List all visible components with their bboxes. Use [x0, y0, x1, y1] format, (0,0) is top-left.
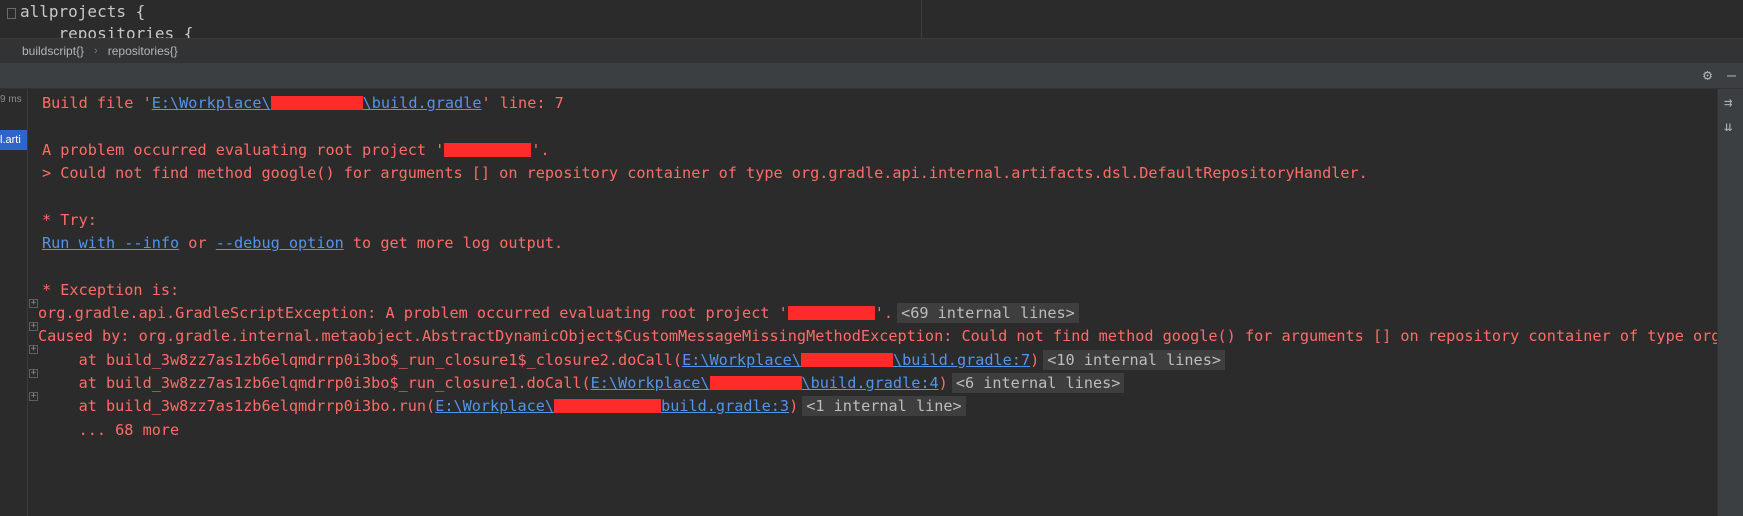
internal-lines-badge[interactable]: <69 internal lines> — [897, 303, 1079, 323]
scroll-to-end-icon[interactable]: ⇊ — [1724, 119, 1732, 135]
build-file-link[interactable]: E:\Workplace\ \build.gradle — [152, 94, 482, 112]
redacted-text — [444, 143, 532, 157]
soft-wrap-icon[interactable]: ⇉ — [1724, 95, 1732, 111]
build-tree-selected-item[interactable]: l.arti — [0, 130, 27, 150]
internal-lines-badge[interactable]: <6 internal lines> — [951, 373, 1125, 393]
expand-icon[interactable]: + — [29, 322, 38, 331]
console-line: at build_3w8zz7as1zb6elqmdrrp0i3bo.run(E… — [42, 396, 966, 416]
console-side-toolbar: ⇉ ⇊ — [1717, 89, 1743, 516]
console-line: Build file 'E:\Workplace\ \build.gradle' … — [42, 94, 564, 112]
expand-icon[interactable]: + — [29, 345, 38, 354]
console-line: A problem occurred evaluating root proje… — [42, 141, 550, 159]
fold-marker-icon[interactable] — [7, 8, 16, 19]
console-line: Caused by: org.gradle.internal.metaobjec… — [38, 327, 1717, 345]
redacted-text — [270, 96, 363, 110]
breadcrumb: buildscript{} › repositories{} — [0, 38, 1743, 63]
redacted-text — [787, 306, 875, 320]
build-gradle-link[interactable]: E:\Workplace\ build.gradle:3 — [435, 397, 789, 415]
expand-icon[interactable]: + — [29, 392, 38, 401]
code-line: repositories { — [20, 24, 194, 38]
internal-lines-badge[interactable]: <10 internal lines> — [1043, 350, 1225, 370]
redacted-text — [709, 376, 802, 390]
debug-option-link[interactable]: --debug option — [216, 234, 344, 252]
expand-icon[interactable]: + — [29, 369, 38, 378]
console-line: * Try: — [42, 211, 97, 229]
redacted-text — [554, 399, 662, 413]
breadcrumb-item-buildscript[interactable]: buildscript{} — [22, 44, 84, 58]
code-line: allprojects { — [20, 2, 146, 21]
build-tree-panel: 9 ms l.arti — [0, 89, 28, 516]
build-duration: 9 ms — [0, 94, 22, 105]
gear-icon[interactable]: ⚙ — [1703, 67, 1712, 83]
expand-icon[interactable]: + — [29, 299, 38, 308]
build-gradle-link[interactable]: E:\Workplace\ \build.gradle:7 — [682, 351, 1030, 369]
console-line: ... 68 more — [42, 421, 180, 439]
console-line: * Exception is: — [42, 281, 180, 299]
minimize-icon[interactable]: — — [1727, 67, 1736, 83]
console-line: > Could not find method google() for arg… — [42, 164, 1368, 182]
internal-lines-badge[interactable]: <1 internal line> — [802, 396, 966, 416]
redacted-text — [800, 353, 893, 367]
code-editor[interactable]: allprojects { repositories { — [0, 0, 1743, 38]
editor-divider — [921, 0, 922, 38]
run-with-info-link[interactable]: Run with --info — [42, 234, 179, 252]
breadcrumb-item-repositories[interactable]: repositories{} — [108, 44, 178, 58]
console-output[interactable]: Build file 'E:\Workplace\ \build.gradle' … — [28, 89, 1717, 516]
chevron-right-icon: › — [94, 45, 98, 57]
console-line: at build_3w8zz7as1zb6elqmdrrp0i3bo$_run_… — [42, 350, 1225, 370]
console-line: Run with --info or --debug option to get… — [42, 234, 564, 252]
console-line: org.gradle.api.GradleScriptException: A … — [38, 303, 1079, 323]
console-line: at build_3w8zz7as1zb6elqmdrrp0i3bo$_run_… — [42, 373, 1125, 393]
build-gradle-link[interactable]: E:\Workplace\ \build.gradle:4 — [591, 374, 939, 392]
build-tool-window-header: ⚙ — — [0, 63, 1743, 89]
